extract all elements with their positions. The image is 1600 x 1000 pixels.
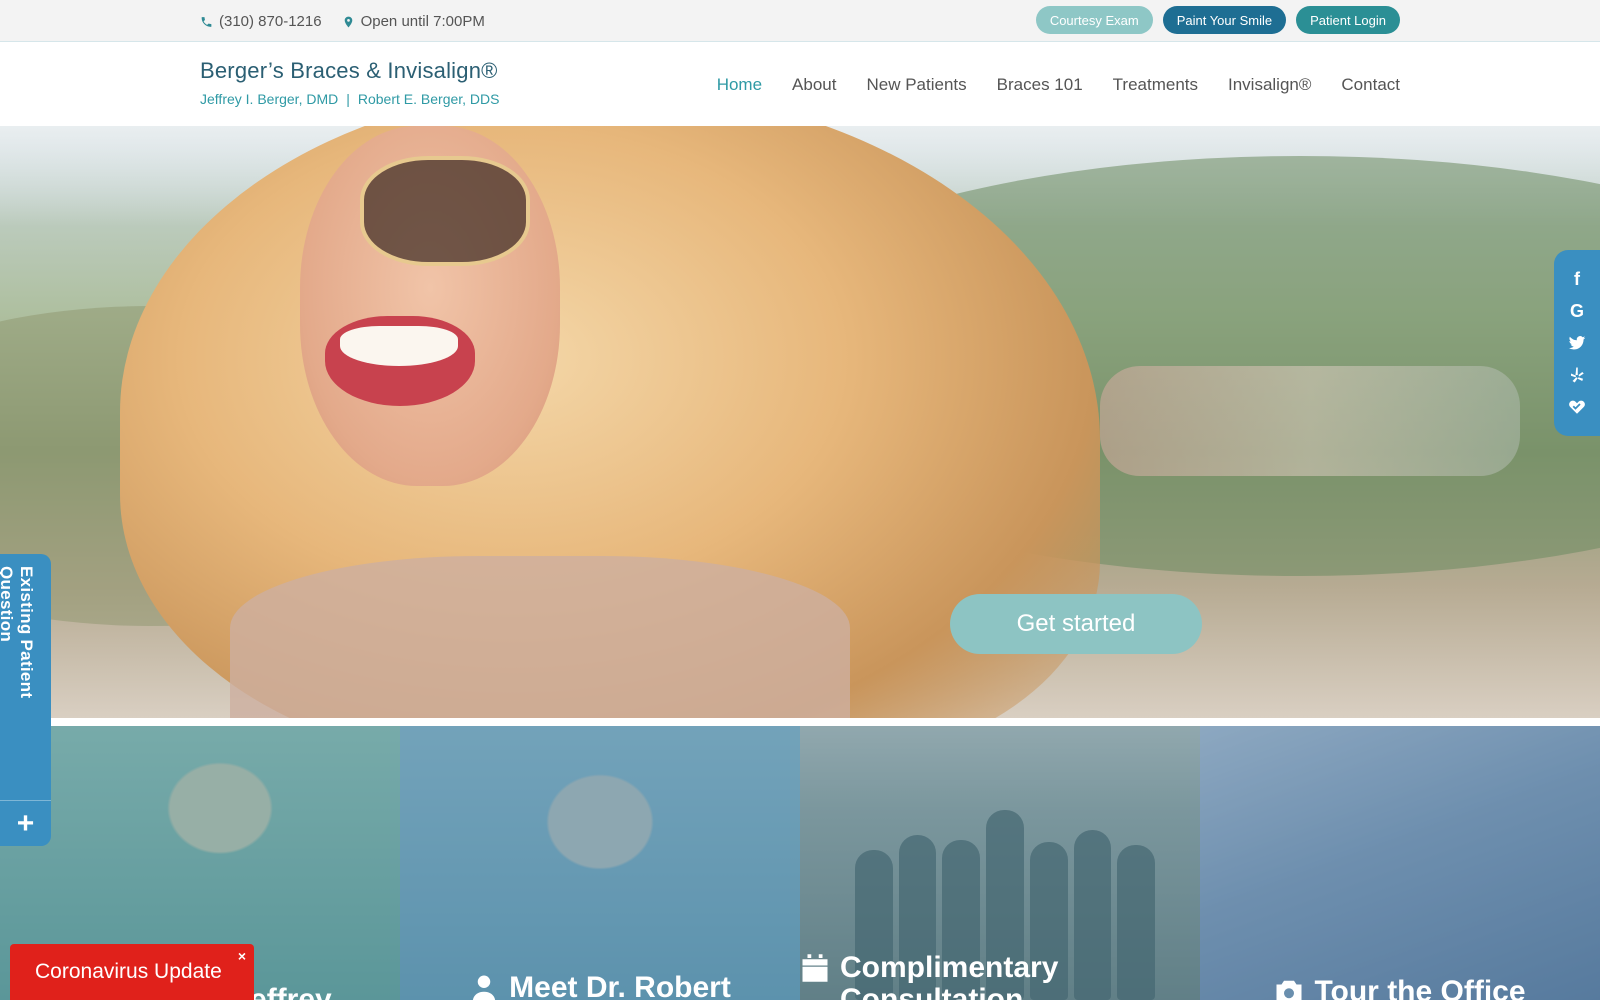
practice-name[interactable]: Berger’s Braces & Invisalign® <box>200 58 498 84</box>
tile-title-text: Meet Dr. Robert <box>509 971 731 1000</box>
tile-title-text: Complimentary Consultation <box>840 951 1059 1000</box>
contact-info: (310) 870-1216 Open until 7:00PM <box>200 13 485 30</box>
yelp-icon[interactable] <box>1567 365 1587 385</box>
hero-divider <box>0 718 1600 726</box>
utility-buttons: Courtesy Exam Paint Your Smile Patient L… <box>1035 6 1400 34</box>
patient-login-button[interactable]: Patient Login <box>1296 6 1400 34</box>
phone-number: (310) 870-1216 <box>219 13 322 30</box>
user-icon <box>473 975 496 1000</box>
tile-title: Tour the Office <box>1200 976 1600 1000</box>
camera-icon <box>1276 980 1302 1000</box>
tile-title: Meet Dr. Robert <box>400 972 800 1000</box>
coronavirus-update-banner[interactable]: Coronavirus Update × <box>10 944 254 1000</box>
nav-about[interactable]: About <box>792 75 836 95</box>
sunglasses <box>360 156 530 266</box>
doctor-name-jeffrey: Jeffrey I. Berger, DMD <box>200 91 339 107</box>
existing-patient-question-tab[interactable]: Existing Patient Question + <box>0 554 51 846</box>
facebook-icon[interactable]: f <box>1567 269 1587 289</box>
main-nav: Home About New Patients Braces 101 Treat… <box>717 75 1400 95</box>
existing-patient-label: Existing Patient Question <box>0 566 36 699</box>
tile-complimentary-consultation[interactable]: Complimentary Consultation <box>800 726 1200 1000</box>
phone-icon <box>201 16 212 27</box>
tile-meet-dr-robert[interactable]: Meet Dr. Robert <box>400 726 800 1000</box>
plus-icon[interactable]: + <box>0 800 51 846</box>
doctor-separator: | <box>346 91 350 107</box>
nav-invisalign[interactable]: Invisalign® <box>1228 75 1311 95</box>
get-started-button[interactable]: Get started <box>950 594 1202 654</box>
nav-home[interactable]: Home <box>717 75 762 95</box>
paint-your-smile-button[interactable]: Paint Your Smile <box>1162 6 1287 34</box>
social-sidebar: f G <box>1554 250 1600 436</box>
calendar-icon <box>802 954 828 982</box>
coronavirus-update-label: Coronavirus Update <box>35 960 222 983</box>
nav-contact[interactable]: Contact <box>1341 75 1400 95</box>
courtesy-exam-button[interactable]: Courtesy Exam <box>1035 6 1153 34</box>
tile-title-text: Tour the Office <box>1314 975 1526 1000</box>
nav-braces-101[interactable]: Braces 101 <box>997 75 1083 95</box>
healthgrades-icon[interactable] <box>1567 397 1587 417</box>
hours-text: Open until 7:00PM <box>360 13 485 30</box>
nav-treatments[interactable]: Treatments <box>1113 75 1198 95</box>
doctor-name-robert: Robert E. Berger, DDS <box>357 91 500 107</box>
hero-banner: Get started <box>0 126 1600 718</box>
google-icon[interactable]: G <box>1567 301 1587 321</box>
site-header: Berger’s Braces & Invisalign® Jeffrey I.… <box>0 42 1600 126</box>
doctor-names: Jeffrey I. Berger, DMD | Robert E. Berge… <box>200 91 500 107</box>
map-pin-icon <box>344 16 352 27</box>
twitter-icon[interactable] <box>1567 333 1587 353</box>
close-icon[interactable]: × <box>238 948 246 964</box>
tile-title: Complimentary Consultation <box>800 952 1200 1000</box>
phone-link[interactable]: (310) 870-1216 <box>200 13 322 30</box>
utility-bar: (310) 870-1216 Open until 7:00PM Courtes… <box>0 0 1600 42</box>
tile-tour-the-office[interactable]: Tour the Office <box>1200 726 1600 1000</box>
nav-new-patients[interactable]: New Patients <box>866 75 966 95</box>
office-hours: Open until 7:00PM <box>342 13 485 30</box>
